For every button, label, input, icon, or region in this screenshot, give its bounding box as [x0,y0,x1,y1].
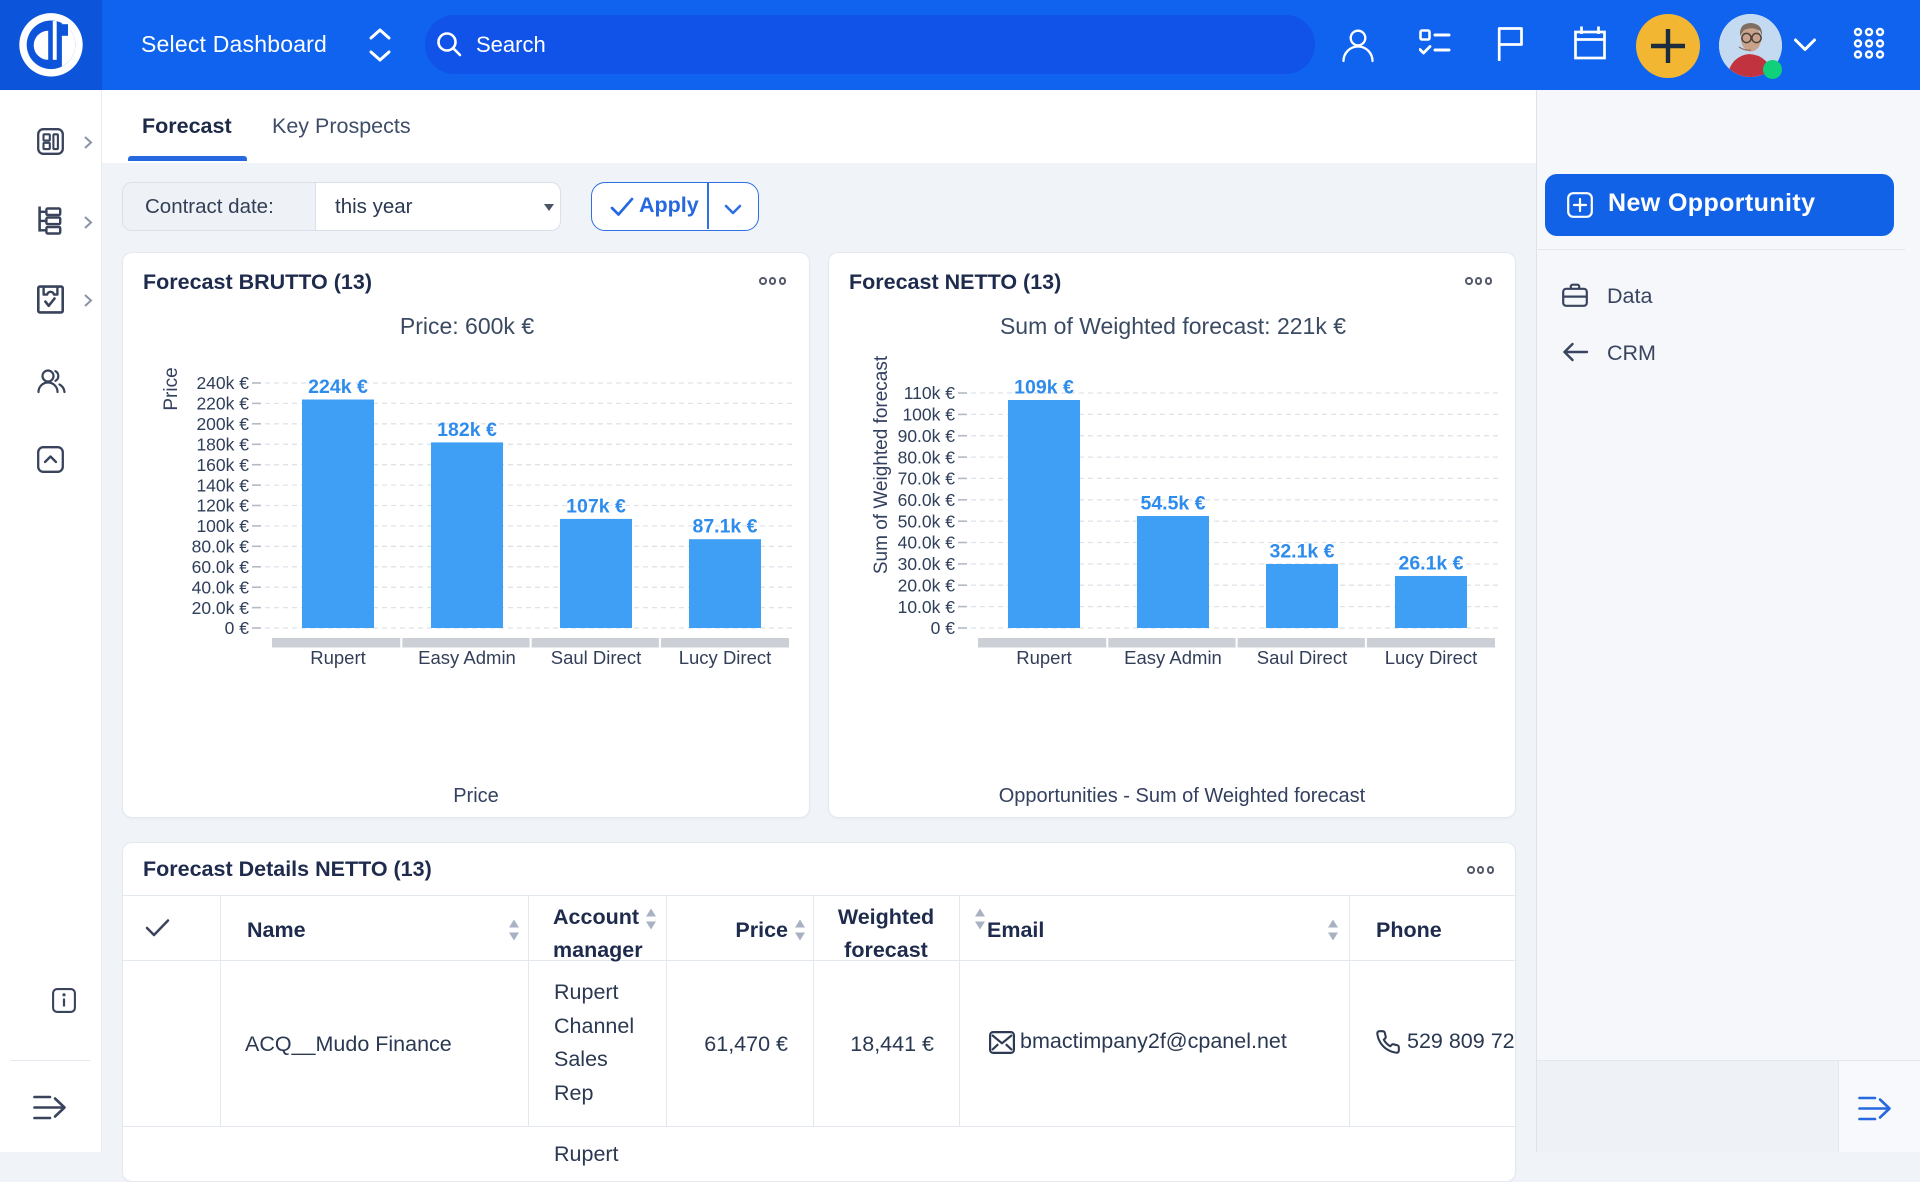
svg-text:180k €: 180k € [196,435,249,455]
svg-text:Sum of Weighted forecast: 221k: Sum of Weighted forecast: 221k € [1000,313,1346,339]
svg-text:10.0k €: 10.0k € [898,597,956,617]
svg-text:20.0k €: 20.0k € [898,575,956,595]
svg-text:224k €: 224k € [308,376,368,398]
svg-text:200k €: 200k € [196,414,249,434]
svg-text:20.0k €: 20.0k € [192,598,250,618]
svg-text:32.1k €: 32.1k € [1269,541,1334,563]
svg-text:40.0k €: 40.0k € [898,533,956,553]
svg-text:107k €: 107k € [566,495,626,517]
svg-text:80.0k €: 80.0k € [898,447,956,467]
svg-text:Rupert: Rupert [310,647,366,668]
svg-text:100k €: 100k € [902,405,955,425]
svg-text:182k €: 182k € [437,419,497,441]
svg-text:80.0k €: 80.0k € [192,537,250,557]
svg-text:60.0k €: 60.0k € [192,557,250,577]
svg-text:0 €: 0 € [225,618,250,638]
svg-text:Sum of Weighted forecast: Sum of Weighted forecast [871,355,892,574]
svg-text:160k €: 160k € [196,455,249,475]
svg-text:60.0k €: 60.0k € [898,490,956,510]
svg-text:0 €: 0 € [931,618,956,638]
svg-text:54.5k €: 54.5k € [1140,493,1205,515]
svg-text:120k €: 120k € [196,496,249,516]
svg-text:Lucy Direct: Lucy Direct [1385,647,1478,668]
svg-text:26.1k €: 26.1k € [1398,553,1463,575]
svg-text:87.1k €: 87.1k € [692,516,757,538]
svg-text:Saul Direct: Saul Direct [551,647,641,668]
svg-text:70.0k €: 70.0k € [898,469,956,489]
svg-text:109k €: 109k € [1014,377,1074,399]
svg-text:Easy Admin: Easy Admin [418,647,516,668]
svg-text:110k €: 110k € [904,383,956,403]
svg-text:240k €: 240k € [196,373,249,393]
svg-text:220k €: 220k € [196,394,249,414]
svg-text:100k €: 100k € [196,516,249,536]
svg-text:Price: Price [161,367,182,410]
svg-text:50.0k €: 50.0k € [898,511,956,531]
svg-text:Easy Admin: Easy Admin [1124,647,1222,668]
svg-text:Lucy Direct: Lucy Direct [679,647,772,668]
svg-text:30.0k €: 30.0k € [898,554,956,574]
svg-text:40.0k €: 40.0k € [192,577,250,597]
svg-text:Price: Price [453,785,499,807]
svg-text:Saul Direct: Saul Direct [1257,647,1347,668]
svg-text:140k €: 140k € [196,475,249,495]
svg-text:90.0k €: 90.0k € [898,426,956,446]
svg-text:Opportunities - Sum of Weighte: Opportunities - Sum of Weighted forecast [999,785,1366,807]
svg-text:Rupert: Rupert [1016,647,1072,668]
svg-text:Price: 600k €: Price: 600k € [400,313,534,339]
